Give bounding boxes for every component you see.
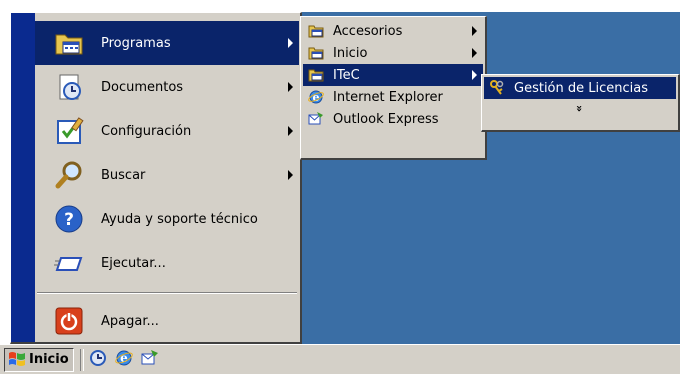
start-item-documentos[interactable]: Documentos: [35, 65, 299, 109]
submenu-arrow-icon: [472, 26, 477, 36]
start-item-ejecutar[interactable]: Ejecutar...: [35, 241, 299, 285]
start-item-label: Documentos: [101, 79, 184, 95]
start-item-programas[interactable]: Programas: [35, 21, 299, 65]
programs-item-label: Inicio: [333, 45, 368, 61]
start-item-label: Ejecutar...: [101, 255, 166, 271]
start-item-label: Apagar...: [101, 313, 159, 329]
power-icon: [53, 305, 85, 337]
desktop-icon[interactable]: [89, 349, 107, 371]
start-item-buscar[interactable]: Buscar: [35, 153, 299, 197]
start-button-label: Inicio: [29, 352, 69, 367]
taskbar: Inicio e: [0, 344, 680, 374]
start-item-configuracion[interactable]: Configuración: [35, 109, 299, 153]
quick-launch-bar: e: [89, 349, 159, 371]
programs-item-label: Outlook Express: [333, 111, 439, 127]
submenu-arrow-icon: [288, 126, 293, 136]
start-item-label: Configuración: [101, 123, 192, 139]
programs-item-label: ITeC: [333, 67, 360, 83]
internet-explorer-icon: e: [307, 88, 325, 106]
submenu-arrow-icon: [288, 38, 293, 48]
search-icon: [53, 159, 85, 191]
itec-item-gestion-licencias[interactable]: Gestión de Licencias: [484, 77, 676, 99]
keys-icon: [488, 79, 506, 97]
programs-folder-icon: [53, 27, 85, 59]
outlook-express-icon: [307, 110, 325, 128]
programs-item-internet-explorer[interactable]: e Internet Explorer: [303, 86, 483, 108]
program-group-icon: [307, 66, 325, 84]
itec-item-label: Gestión de Licencias: [514, 80, 648, 96]
programs-item-outlook-express[interactable]: Outlook Express: [303, 108, 483, 130]
start-item-ayuda[interactable]: ? Ayuda y soporte técnico: [35, 197, 299, 241]
quick-launch-separator: [79, 348, 84, 371]
documents-icon: [53, 71, 85, 103]
help-icon: ?: [53, 203, 85, 235]
svg-text:?: ?: [64, 210, 74, 230]
start-button[interactable]: Inicio: [4, 347, 74, 372]
submenu-arrow-icon: [472, 48, 477, 58]
programs-item-label: Accesorios: [333, 23, 403, 39]
programs-item-label: Internet Explorer: [333, 89, 443, 105]
internet-explorer-icon[interactable]: e: [114, 349, 133, 371]
programs-item-inicio[interactable]: Inicio: [303, 42, 483, 64]
program-group-icon: [307, 44, 325, 62]
programs-submenu: Accesorios Inicio ITeC e Internet Explor…: [300, 16, 487, 160]
programs-item-itec[interactable]: ITeC: [303, 64, 483, 86]
submenu-arrow-icon: [288, 82, 293, 92]
start-item-label: Programas: [101, 35, 171, 51]
start-menu-side-band: [11, 13, 35, 342]
expand-menu-chevron-icon[interactable]: »: [484, 99, 676, 117]
itec-submenu: Gestión de Licencias »: [481, 74, 680, 132]
settings-icon: [53, 115, 85, 147]
programs-item-accesorios[interactable]: Accesorios: [303, 20, 483, 42]
outlook-express-icon[interactable]: [141, 349, 159, 371]
windows-flag-icon: [8, 350, 26, 370]
menu-separator: [37, 292, 297, 294]
start-menu: Programas Documentos Configuración Busca…: [10, 12, 302, 344]
submenu-arrow-icon: [288, 170, 293, 180]
start-item-label: Buscar: [101, 167, 146, 183]
submenu-arrow-icon: [472, 70, 477, 80]
start-item-apagar[interactable]: Apagar...: [35, 299, 299, 343]
start-item-label: Ayuda y soporte técnico: [101, 211, 258, 227]
run-icon: [53, 247, 85, 279]
program-group-icon: [307, 22, 325, 40]
